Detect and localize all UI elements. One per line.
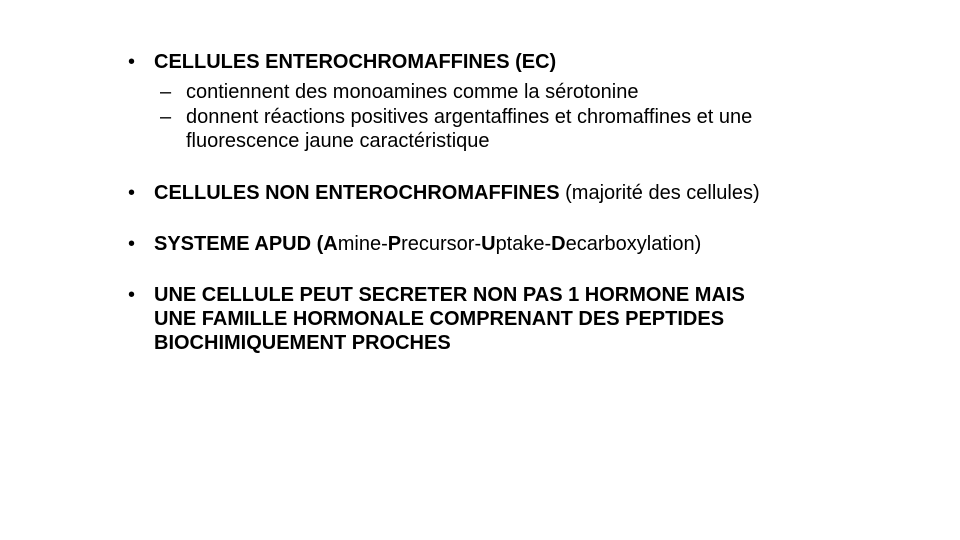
- apud-part: D: [551, 233, 566, 255]
- dash-marker: –: [160, 106, 172, 128]
- bullet-title: CELLULES NON ENTEROCHROMAFFINES: [154, 182, 560, 204]
- bullet-marker: •: [128, 284, 136, 306]
- bullet-marker: •: [128, 51, 136, 73]
- apud-part: A: [323, 233, 338, 255]
- bullet-title: UNE CELLULE PEUT SECRETER NON PAS 1 HORM…: [154, 284, 745, 354]
- apud-part: U: [481, 233, 496, 255]
- bullet-item-apud: • SYSTEME APUD (Amine-Precursor-Uptake-D…: [128, 232, 768, 256]
- dash-marker: –: [160, 81, 172, 103]
- sub-item: – donnent réactions positives argentaffi…: [128, 105, 768, 153]
- bullet-marker: •: [128, 233, 136, 255]
- sub-item-text: donnent réactions positives argentaffine…: [186, 106, 753, 152]
- sub-item-text: contiennent des monoamines comme la séro…: [186, 81, 639, 103]
- apud-part: ptake-: [495, 233, 552, 255]
- sub-item: – contiennent des monoamines comme la sé…: [128, 80, 768, 104]
- apud-part: mine-: [337, 233, 388, 255]
- apud-part: ecarboxylation): [565, 233, 702, 255]
- apud-part: SYSTEME APUD (: [154, 233, 324, 255]
- slide: • CELLULES ENTEROCHROMAFFINES (EC) – con…: [0, 0, 960, 540]
- apud-part: recursor-: [401, 233, 482, 255]
- bullet-note: (majorité des cellules): [559, 182, 760, 204]
- bullet-item-ec: • CELLULES ENTEROCHROMAFFINES (EC): [128, 50, 768, 74]
- bullet-title: CELLULES ENTEROCHROMAFFINES (EC): [154, 51, 557, 73]
- bullet-marker: •: [128, 182, 136, 204]
- apud-part: P: [387, 233, 402, 255]
- bullet-list: • CELLULES ENTEROCHROMAFFINES (EC) – con…: [128, 50, 768, 355]
- bullet-item-non-ec: • CELLULES NON ENTEROCHROMAFFINES (major…: [128, 181, 768, 205]
- bullet-item-hormone-family: • UNE CELLULE PEUT SECRETER NON PAS 1 HO…: [128, 283, 768, 355]
